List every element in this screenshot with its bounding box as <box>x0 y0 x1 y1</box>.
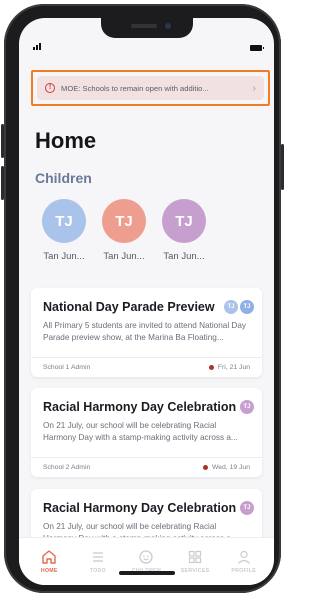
home-icon <box>42 550 56 564</box>
card-title: Racial Harmony Day Celebration <box>43 400 237 414</box>
nav-services[interactable]: SERVICES <box>172 549 218 574</box>
person-icon <box>237 550 250 564</box>
page-title: Home <box>35 128 97 153</box>
children-section-title: Children <box>35 170 92 186</box>
child-item[interactable]: TJ Tan Jun... <box>93 199 155 262</box>
child-tags: TJ <box>238 501 254 515</box>
camera <box>165 23 171 29</box>
card-body: On 21 July, our school will be celebrati… <box>43 421 238 442</box>
alert-banner[interactable]: ! MOE: Schools to remain open with addit… <box>37 76 264 100</box>
card-title: National Day Parade Preview <box>43 300 215 314</box>
nav-home[interactable]: HOME <box>26 549 72 574</box>
child-tags: TJ TJ <box>222 300 254 314</box>
child-tag: TJ <box>224 300 238 314</box>
child-tag: TJ <box>240 300 254 314</box>
avatar: TJ <box>42 199 86 243</box>
avatar: TJ <box>102 199 146 243</box>
home-indicator <box>119 571 175 575</box>
card-title: Racial Harmony Day Celebration <box>43 501 237 515</box>
power-button <box>281 144 284 190</box>
info-icon: ! <box>45 83 55 93</box>
battery-icon <box>250 45 264 51</box>
card-body: All Primary 5 students are invited to at… <box>43 321 246 342</box>
card-date-wrap: Fri, 21 Jun <box>208 364 250 371</box>
unread-dot <box>202 465 208 470</box>
card-date: Fri, 21 Jun <box>217 364 250 371</box>
nav-label: HOME <box>40 568 58 574</box>
speaker <box>131 24 157 28</box>
screen: ! MOE: Schools to remain open with addit… <box>19 18 274 585</box>
child-name: Tan Jun... <box>43 251 85 262</box>
list-icon <box>92 552 103 562</box>
card-date-wrap: Wed, 19 Jun <box>202 464 250 471</box>
volume-button-2 <box>1 166 4 200</box>
announcement-card[interactable]: National Day Parade Preview TJ TJ All Pr… <box>31 288 262 377</box>
card-source: School 1 Admin <box>43 364 91 371</box>
notch <box>101 18 193 38</box>
child-name: Tan Jun... <box>103 251 145 262</box>
smiley-icon <box>139 550 154 564</box>
grid-icon <box>188 550 202 564</box>
child-item[interactable]: TJ Tan Jun... <box>33 199 95 262</box>
phone-frame: ! MOE: Schools to remain open with addit… <box>1 4 284 593</box>
signal-icon <box>33 43 41 50</box>
nav-profile[interactable]: PROFILE <box>221 549 267 574</box>
alert-banner-highlight: ! MOE: Schools to remain open with addit… <box>31 70 270 106</box>
nav-todo[interactable]: TODO <box>75 549 121 574</box>
avatar: TJ <box>162 199 206 243</box>
announcement-card[interactable]: Racial Harmony Day Celebration TJ On 21 … <box>31 388 262 477</box>
alert-text: MOE: Schools to remain open with additio… <box>61 83 209 93</box>
card-source: School 2 Admin <box>43 464 91 471</box>
chevron-right-icon: › <box>252 82 256 94</box>
nav-label: SERVICES <box>180 568 210 574</box>
nav-label: TODO <box>89 568 106 574</box>
child-item[interactable]: TJ Tan Jun... <box>153 199 215 262</box>
bottom-nav: HOME TODO CHILDREN <box>19 537 274 585</box>
children-list: TJ Tan Jun... TJ Tan Jun... TJ Tan Jun..… <box>33 199 213 262</box>
nav-label: PROFILE <box>231 568 256 574</box>
child-tags: TJ <box>238 400 254 414</box>
card-date: Wed, 19 Jun <box>211 464 250 471</box>
unread-dot <box>208 365 214 370</box>
volume-button <box>1 124 4 158</box>
child-tag: TJ <box>240 400 254 414</box>
child-name: Tan Jun... <box>163 251 205 262</box>
child-tag: TJ <box>240 501 254 515</box>
